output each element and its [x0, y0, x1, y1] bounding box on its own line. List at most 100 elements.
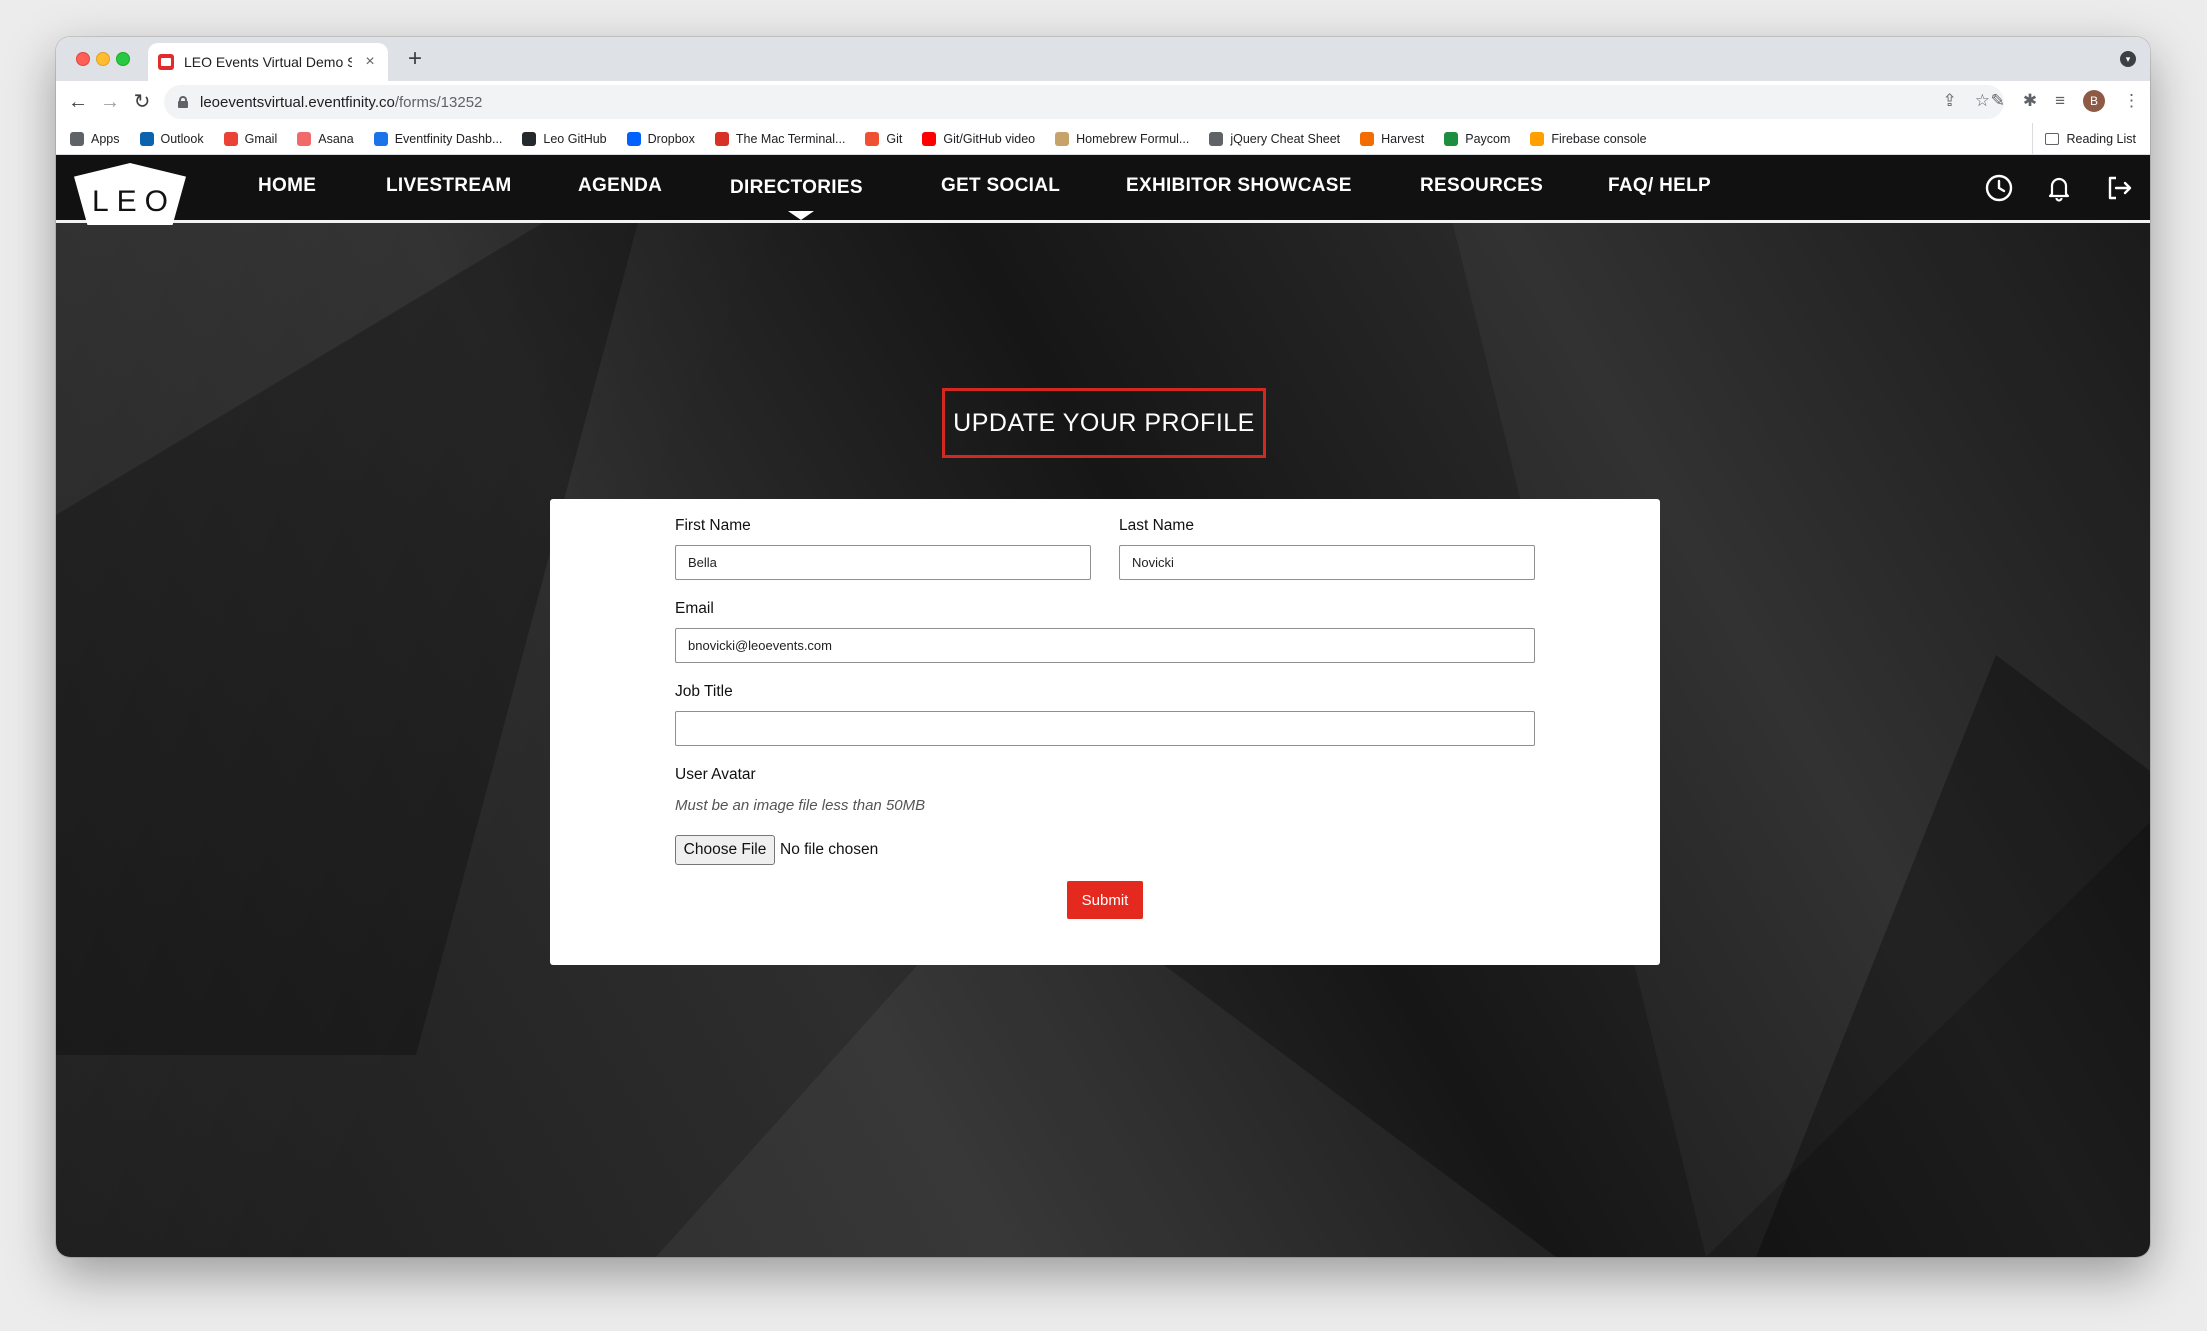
bell-icon[interactable]	[2044, 173, 2074, 203]
site-favicon-icon	[158, 54, 174, 70]
minimize-window-button[interactable]	[96, 52, 110, 66]
share-icon[interactable]: ⇪	[1943, 91, 1957, 111]
job-title-label: Job Title	[675, 683, 733, 700]
address-bar-actions: ⇪ ☆	[1943, 91, 1991, 111]
url-host: leoeventsvirtual.eventfinity.co	[200, 93, 395, 111]
nav-faq-help[interactable]: FAQ/ Help	[1608, 175, 1711, 197]
reading-list-label: Reading List	[2066, 132, 2137, 146]
extensions-puzzle-icon[interactable]: ✱	[2023, 91, 2037, 111]
bookmark-item[interactable]: The Mac Terminal...	[714, 131, 846, 146]
bookmark-label: Git	[886, 131, 903, 146]
bookmark-label: Outlook	[160, 131, 204, 146]
logout-icon[interactable]	[2104, 173, 2134, 203]
browser-tab[interactable]: LEO Events Virtual Demo Site ×	[148, 43, 388, 81]
nav-exhibitor-showcase[interactable]: Exhibitor Showcase	[1126, 175, 1352, 197]
bookmark-item[interactable]: Harvest	[1360, 131, 1425, 146]
nav-directories[interactable]: Directories	[730, 177, 863, 199]
new-tab-button[interactable]: +	[401, 45, 429, 73]
toolbar-actions: ✎ ✱ ≡ B ⋮	[1991, 90, 2140, 112]
bookmark-favicon-icon	[1055, 131, 1070, 146]
bookmark-favicon-icon	[1209, 131, 1224, 146]
email-field[interactable]	[675, 628, 1535, 663]
bookmark-label: Dropbox	[647, 131, 695, 146]
logo-text: LEO	[91, 185, 177, 218]
bookmark-label: jQuery Cheat Sheet	[1230, 131, 1341, 146]
bookmark-label: Homebrew Formul...	[1076, 131, 1190, 146]
bookmark-favicon-icon	[522, 131, 537, 146]
file-status: No file chosen	[780, 841, 879, 858]
nav-get-social[interactable]: Get Social	[941, 175, 1060, 197]
first-name-label: First Name	[675, 517, 751, 534]
leo-logo[interactable]: LEO	[74, 163, 186, 225]
bookmark-item[interactable]: Gmail	[223, 131, 278, 146]
browser-toolbar: ← → ↻ leoeventsvirtual.eventfinity.co /f…	[56, 81, 2150, 123]
bookmark-star-icon[interactable]: ☆	[1975, 91, 1990, 111]
profile-avatar[interactable]: B	[2083, 90, 2105, 112]
bookmark-favicon-icon	[865, 131, 880, 146]
bookmark-label: The Mac Terminal...	[735, 131, 846, 146]
active-nav-indicator	[788, 211, 814, 220]
bookmark-favicon-icon	[223, 131, 238, 146]
avatar-hint: Must be an image file less than 50MB	[675, 797, 926, 814]
bookmark-item[interactable]: Asana	[297, 131, 354, 146]
bookmark-item[interactable]: Git/GitHub video	[922, 131, 1036, 146]
bookmark-favicon-icon	[626, 131, 641, 146]
bookmark-item[interactable]: Outlook	[139, 131, 204, 146]
bookmark-label: Eventfinity Dashb...	[394, 131, 503, 146]
bookmark-label: Git/GitHub video	[943, 131, 1036, 146]
browser-window: LEO Events Virtual Demo Site × + ▾ ← → ↻…	[56, 37, 2150, 1257]
bookmark-item[interactable]: Homebrew Formul...	[1055, 131, 1190, 146]
nav-home[interactable]: Home	[258, 175, 316, 197]
tab-search-icon[interactable]: ▾	[2120, 51, 2136, 67]
user-avatar-label: User Avatar	[675, 766, 756, 783]
bookmark-label: Firebase console	[1551, 131, 1647, 146]
extension-pen-icon[interactable]: ✎	[1991, 91, 2005, 111]
zoom-window-button[interactable]	[116, 52, 130, 66]
nav-livestream[interactable]: Livestream	[386, 175, 511, 197]
choose-file-button[interactable]: Choose File	[675, 835, 775, 865]
back-arrow-icon[interactable]: ←	[66, 90, 90, 114]
bookmark-label: Apps	[91, 131, 120, 146]
bookmark-favicon-icon	[714, 131, 729, 146]
forward-arrow-icon[interactable]: →	[98, 90, 122, 114]
bookmark-label: Asana	[318, 131, 354, 146]
bookmark-favicon-icon	[1530, 131, 1545, 146]
lock-icon[interactable]	[178, 96, 188, 108]
more-menu-icon[interactable]: ⋮	[2123, 91, 2140, 111]
bookmark-item[interactable]: Leo GitHub	[522, 131, 607, 146]
site-navigation: LEO Home Livestream Agenda Directories G…	[56, 155, 2150, 225]
page-content: LEO Home Livestream Agenda Directories G…	[56, 155, 2150, 1257]
bookmark-item[interactable]: Eventfinity Dashb...	[373, 131, 503, 146]
reading-list-button[interactable]: Reading List	[2031, 123, 2137, 155]
bookmark-favicon-icon	[1360, 131, 1375, 146]
bookmark-label: Harvest	[1381, 131, 1425, 146]
bookmark-item[interactable]: Apps	[70, 131, 120, 146]
nav-agenda[interactable]: Agenda	[578, 175, 662, 197]
clock-icon[interactable]	[1984, 173, 2014, 203]
bookmark-item[interactable]: Git	[865, 131, 903, 146]
bookmark-favicon-icon	[922, 131, 937, 146]
bookmark-label: Gmail	[244, 131, 278, 146]
close-window-button[interactable]	[76, 52, 90, 66]
bookmark-label: Paycom	[1465, 131, 1511, 146]
first-name-field[interactable]	[675, 545, 1091, 580]
bookmark-item[interactable]: Paycom	[1444, 131, 1511, 146]
nav-resources[interactable]: Resources	[1420, 175, 1543, 197]
bookmark-label: Leo GitHub	[543, 131, 607, 146]
reload-icon[interactable]: ↻	[130, 90, 154, 114]
url-path: /forms/13252	[394, 93, 483, 111]
reading-list-icon	[2044, 133, 2059, 145]
bookmark-item[interactable]: Dropbox	[626, 131, 695, 146]
last-name-field[interactable]	[1119, 545, 1535, 580]
bookmark-item[interactable]: Firebase console	[1530, 131, 1647, 146]
last-name-label: Last Name	[1119, 517, 1194, 534]
email-label: Email	[675, 600, 714, 617]
job-title-field[interactable]	[675, 711, 1535, 746]
bookmark-favicon-icon	[70, 131, 84, 146]
tab-close-icon[interactable]: ×	[362, 53, 378, 71]
bookmark-item[interactable]: jQuery Cheat Sheet	[1209, 131, 1341, 146]
submit-button[interactable]: Submit	[1067, 881, 1143, 919]
bookmarks-bar: Apps Outlook Gmail Asana Eventfinity Dashb..…	[56, 123, 2150, 155]
media-queue-icon[interactable]: ≡	[2055, 91, 2065, 111]
address-bar[interactable]: leoeventsvirtual.eventfinity.co /forms/1…	[164, 85, 2004, 119]
